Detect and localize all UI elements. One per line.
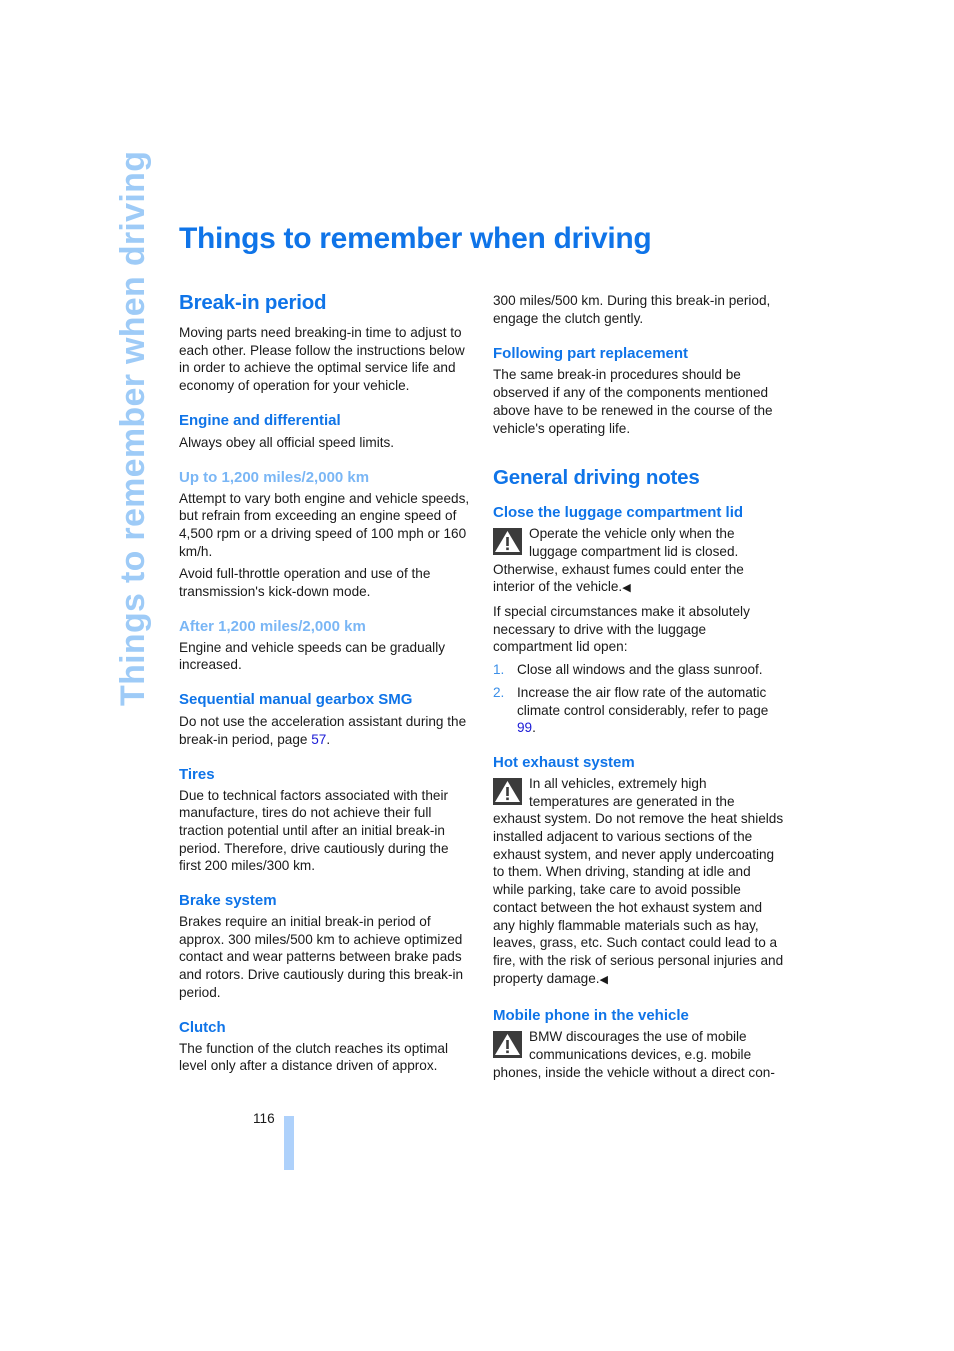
luggage-warning-text: Operate the vehicle only when the luggag… — [493, 526, 744, 595]
page-link-57[interactable]: 57 — [311, 732, 326, 747]
heading-clutch: Clutch — [179, 1018, 226, 1036]
clutch-text: The function of the clutch reaches its o… — [179, 1040, 448, 1074]
smg-text-after: . — [326, 731, 331, 747]
side-title: Things to remember when driving — [114, 150, 152, 706]
brakes-text: Brakes require an initial break-in perio… — [179, 914, 464, 1000]
tires-text: Due to technical factors associated with… — [179, 787, 449, 874]
heading-hot-exhaust: Hot exhaust system — [493, 753, 635, 771]
page-number: 116 — [253, 1111, 275, 1126]
smg-text: Do not use the acceleration assistant du… — [179, 713, 471, 748]
step-text-before: Increase the air flow rate of the automa… — [517, 684, 769, 718]
page-title: Things to remember when driving — [179, 222, 652, 255]
step-number: 2. — [493, 684, 505, 700]
exhaust-warning: In all vehicles, extremely high temperat… — [493, 775, 785, 989]
heading-mobile-phone: Mobile phone in the vehicle — [493, 1007, 689, 1025]
heading-smg: Sequential manual gearbox SMG — [179, 691, 413, 709]
break-in-intro: Moving parts need breaking-in time to ad… — [179, 325, 465, 394]
mobile-warning: BMW discourages the use of mobile commun… — [493, 1028, 785, 1081]
heading-after-1200: After 1,200 miles/2,000 km — [179, 617, 366, 635]
part-replacement-text: The same break-in procedures should be o… — [493, 367, 773, 436]
heading-part-replacement: Following part replacement — [493, 345, 689, 363]
luggage-steps: 1. Close all windows and the glass sunroo… — [493, 661, 785, 737]
up-to-text-2: Avoid full-throttle operation and use of… — [179, 566, 431, 600]
list-item: 2. Increase the air flow rate of the auto… — [493, 684, 785, 737]
heading-up-to-1200: Up to 1,200 miles/2,000 km — [179, 468, 370, 486]
clutch-continued-text: 300 miles/500 km. During this break-in p… — [493, 293, 771, 326]
end-mark-icon: ◀ — [622, 582, 631, 595]
warning-triangle-icon — [493, 1031, 522, 1059]
engine-text: Always obey all official speed limits. — [179, 434, 395, 450]
heading-engine-differential: Engine and differential — [179, 411, 341, 429]
luggage-warning: Operate the vehicle only when the luggag… — [493, 525, 785, 598]
warning-triangle-icon — [493, 777, 522, 805]
heading-tires: Tires — [179, 765, 215, 783]
step-text-after: . — [532, 720, 536, 736]
section-title-break-in: Break-in period — [179, 291, 327, 314]
list-item: 1. Close all windows and the glass sunroo… — [493, 661, 785, 679]
after-text: Engine and vehicle speeds can be gradual… — [179, 639, 446, 673]
page-marker-bar — [284, 1116, 294, 1170]
up-to-text-1: Attempt to vary both engine and vehicle … — [179, 490, 470, 559]
luggage-text: If special circumstances make it absolut… — [493, 604, 750, 655]
left-column: Break-in period Moving parts need breaki… — [179, 290, 471, 1075]
heading-brake-system: Brake system — [179, 892, 277, 910]
step-text: Close all windows and the glass sunroof. — [517, 662, 763, 678]
exhaust-warning-text: In all vehicles, extremely high temperat… — [493, 775, 784, 986]
mobile-warning-text: BMW discourages the use of mobile commun… — [493, 1029, 775, 1080]
right-column: 300 miles/500 km. During this break-in p… — [493, 292, 785, 1082]
end-mark-icon: ◀ — [599, 973, 609, 986]
step-number: 1. — [493, 662, 505, 678]
warning-triangle-icon — [493, 528, 522, 556]
page-link-99[interactable]: 99 — [517, 720, 532, 735]
heading-luggage-lid: Close the luggage compartment lid — [493, 504, 744, 522]
section-title-general-notes: General driving notes — [493, 466, 700, 490]
